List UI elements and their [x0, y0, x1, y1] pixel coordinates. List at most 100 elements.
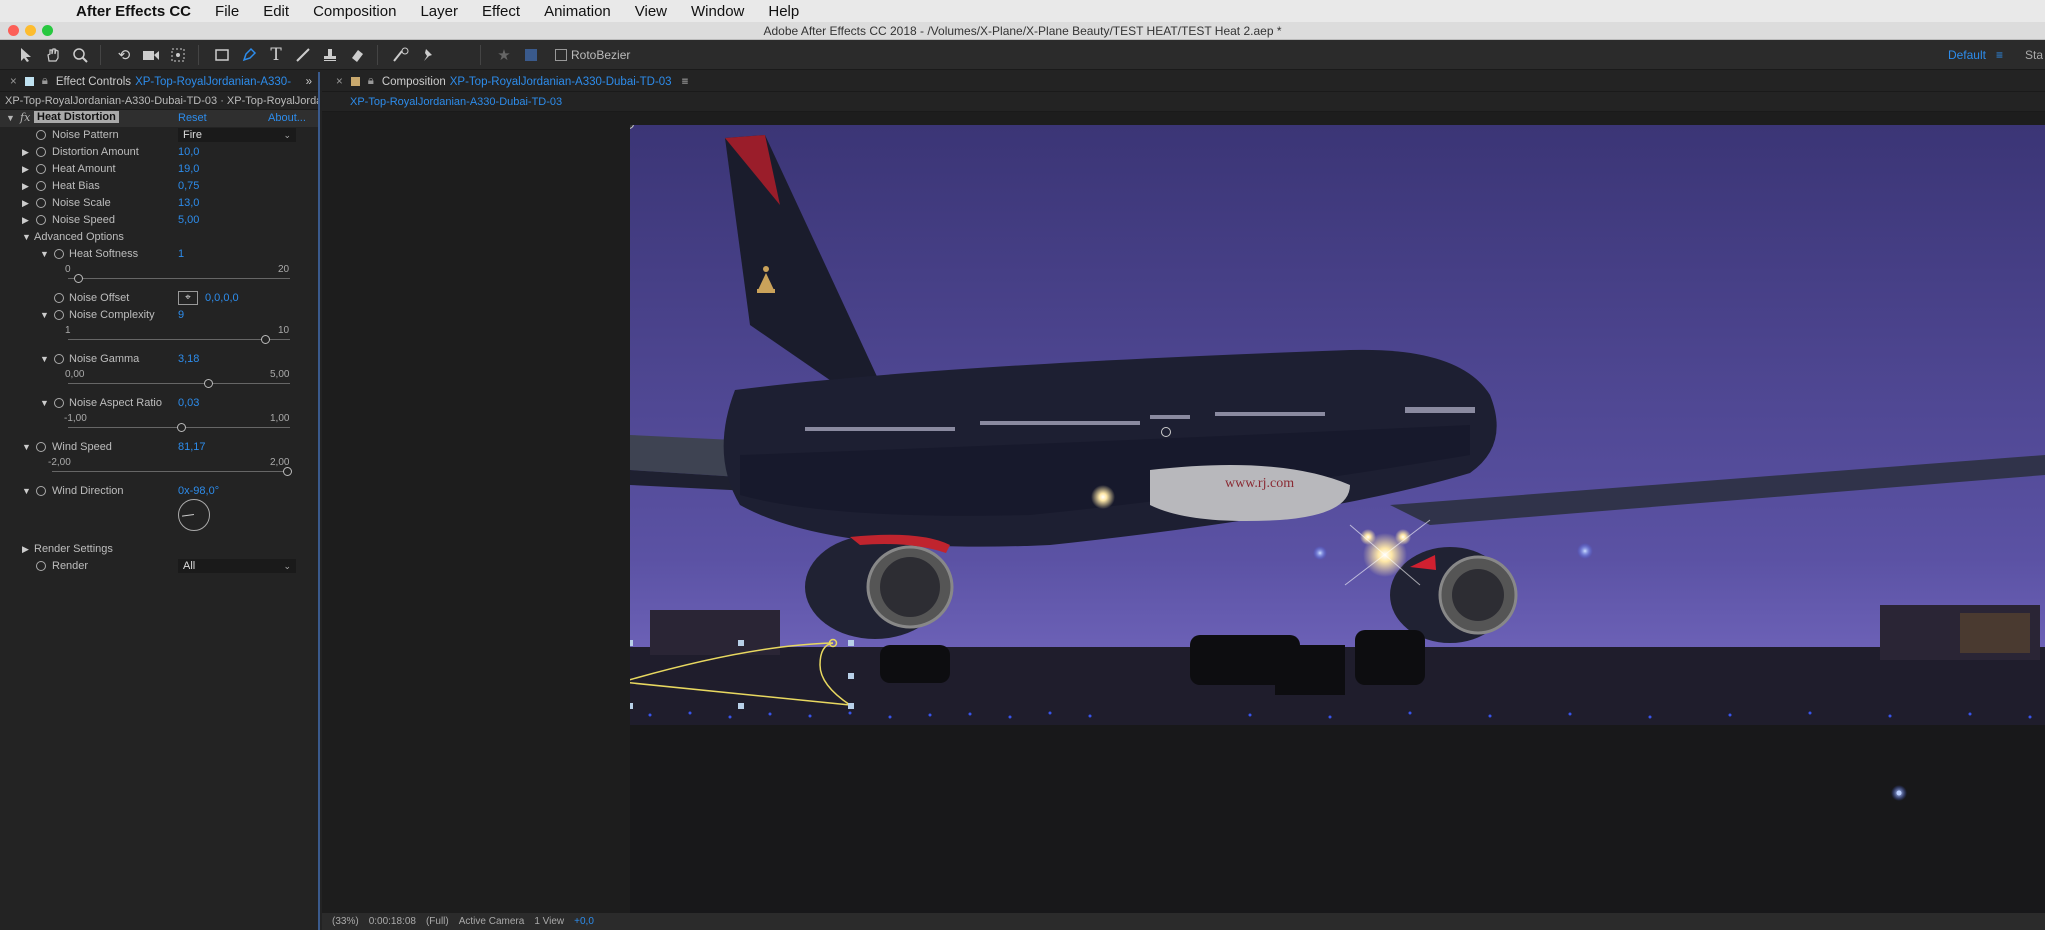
stopwatch-icon[interactable]: [36, 147, 46, 157]
advanced-options-row[interactable]: ▼ Advanced Options: [0, 229, 318, 246]
effect-controls-tab[interactable]: × 🔒︎ Effect Controls XP-Top-RoyalJordani…: [0, 72, 318, 92]
noise-gamma-slider[interactable]: 0,00 5,00: [0, 368, 318, 395]
stopwatch-icon[interactable]: [36, 442, 46, 452]
render-settings-row[interactable]: ▶ Render Settings: [0, 541, 318, 558]
menu-view[interactable]: View: [635, 3, 667, 20]
heat-softness-slider[interactable]: 0 20: [0, 263, 318, 290]
expand-triangle-icon[interactable]: ▼: [22, 486, 31, 496]
noise-aspect-slider[interactable]: -1,00 1,00: [0, 412, 318, 439]
expand-triangle-icon[interactable]: ▶: [22, 198, 29, 209]
property-value[interactable]: 13,0: [178, 197, 199, 209]
magnification-select[interactable]: (33%): [332, 916, 359, 927]
brush-icon[interactable]: [291, 44, 315, 66]
noise-aspect-value[interactable]: 0,03: [178, 397, 199, 409]
property-value[interactable]: 10,0: [178, 146, 199, 158]
menu-file[interactable]: File: [215, 3, 239, 20]
noise-pattern-select[interactable]: Fire ⌄: [178, 128, 296, 142]
menu-edit[interactable]: Edit: [263, 3, 289, 20]
noise-offset-value[interactable]: 0,0,0,0: [205, 292, 239, 304]
composition-viewer[interactable]: www.rj.com: [630, 125, 2045, 913]
expand-triangle-icon[interactable]: ▶: [22, 544, 29, 555]
anchor-point-icon[interactable]: [1161, 427, 1171, 437]
exposure-value[interactable]: +0,0: [574, 916, 594, 927]
stopwatch-icon[interactable]: [36, 181, 46, 191]
stopwatch-icon[interactable]: [54, 398, 64, 408]
noise-gamma-value[interactable]: 3,18: [178, 353, 199, 365]
fx-icon[interactable]: fx: [20, 111, 30, 124]
property-value[interactable]: 19,0: [178, 163, 199, 175]
zoom-icon[interactable]: [68, 44, 92, 66]
slider-knob[interactable]: [74, 274, 84, 283]
menu-composition[interactable]: Composition: [313, 3, 396, 20]
stopwatch-icon[interactable]: [36, 561, 46, 571]
stopwatch-icon[interactable]: [54, 293, 64, 303]
active-camera-select[interactable]: Active Camera: [459, 916, 525, 927]
puppet-pin-icon[interactable]: [416, 44, 440, 66]
menu-help[interactable]: Help: [768, 3, 799, 20]
heat-softness-value[interactable]: 1: [178, 248, 184, 260]
property-value[interactable]: 0,75: [178, 180, 199, 192]
noise-complexity-value[interactable]: 9: [178, 309, 184, 321]
panel-overflow-icon[interactable]: »: [306, 76, 312, 88]
expand-triangle-icon[interactable]: ▼: [22, 442, 31, 452]
expand-triangle-icon[interactable]: ▶: [22, 215, 29, 226]
reset-link[interactable]: Reset: [178, 112, 207, 124]
slider-track[interactable]: [68, 278, 290, 279]
workspace-menu-icon[interactable]: ≡: [1996, 48, 2003, 62]
rotobezier-toggle[interactable]: RotoBezier: [555, 48, 630, 62]
wind-speed-slider[interactable]: -2,00 2,00: [0, 456, 318, 483]
menu-app-name[interactable]: After Effects CC: [76, 3, 191, 20]
composition-tab[interactable]: × 🔒︎ Composition XP-Top-RoyalJordanian-A…: [322, 72, 2045, 92]
rotobezier-checkbox[interactable]: [555, 48, 567, 61]
resolution-select[interactable]: (Full): [426, 916, 449, 927]
expand-triangle-icon[interactable]: ▼: [40, 310, 49, 320]
workspace-next[interactable]: Sta: [2025, 48, 2043, 62]
camera-icon[interactable]: [139, 44, 163, 66]
rotate-icon[interactable]: ⟲: [112, 44, 136, 66]
crosshair-point-icon[interactable]: ⌖: [178, 291, 198, 305]
menu-effect[interactable]: Effect: [482, 3, 520, 20]
view-layout-select[interactable]: 1 View: [534, 916, 564, 927]
slider-track[interactable]: [68, 383, 290, 384]
wind-direction-value[interactable]: 0x-98,0°: [178, 485, 219, 497]
clone-stamp-icon[interactable]: [318, 44, 342, 66]
pen-icon[interactable]: [237, 44, 261, 66]
roto-brush-icon[interactable]: [389, 44, 413, 66]
expand-triangle-icon[interactable]: ▶: [22, 164, 29, 175]
pan-behind-icon[interactable]: [166, 44, 190, 66]
expand-triangle-icon[interactable]: ▶: [22, 147, 29, 158]
expand-triangle-icon[interactable]: ▼: [22, 232, 31, 242]
eraser-icon[interactable]: [345, 44, 369, 66]
property-value[interactable]: 5,00: [178, 214, 199, 226]
close-panel-icon[interactable]: ×: [10, 76, 17, 88]
slider-knob[interactable]: [177, 423, 187, 432]
hand-icon[interactable]: [41, 44, 65, 66]
stopwatch-icon[interactable]: [54, 310, 64, 320]
snapping-icon[interactable]: [519, 44, 543, 66]
expand-triangle-icon[interactable]: ▼: [40, 249, 49, 259]
panel-menu-icon[interactable]: ≡: [682, 76, 689, 88]
noise-complexity-slider[interactable]: 1 10: [0, 324, 318, 351]
expand-triangle-icon[interactable]: ▼: [40, 398, 49, 408]
lock-icon[interactable]: 🔒︎: [368, 75, 374, 88]
rectangle-icon[interactable]: [210, 44, 234, 66]
effect-header[interactable]: ▼ fx Heat Distortion Reset About...: [0, 110, 318, 127]
workspace-default[interactable]: Default: [1948, 48, 1986, 62]
stopwatch-icon[interactable]: [36, 215, 46, 225]
angle-dial[interactable]: [178, 499, 210, 531]
type-icon[interactable]: T: [264, 44, 288, 66]
slider-knob[interactable]: [283, 467, 292, 476]
slider-knob[interactable]: [204, 379, 214, 388]
selection-icon[interactable]: [14, 44, 38, 66]
stopwatch-icon[interactable]: [54, 354, 64, 364]
stopwatch-icon[interactable]: [36, 164, 46, 174]
current-time[interactable]: 0:00:18:08: [369, 916, 416, 927]
menu-animation[interactable]: Animation: [544, 3, 611, 20]
about-link[interactable]: About...: [268, 112, 306, 124]
stopwatch-icon[interactable]: [36, 198, 46, 208]
lock-icon[interactable]: 🔒︎: [42, 75, 48, 88]
stopwatch-icon[interactable]: [36, 130, 46, 140]
stopwatch-icon[interactable]: [54, 249, 64, 259]
slider-knob[interactable]: [260, 335, 270, 344]
render-select[interactable]: All ⌄: [178, 559, 296, 573]
